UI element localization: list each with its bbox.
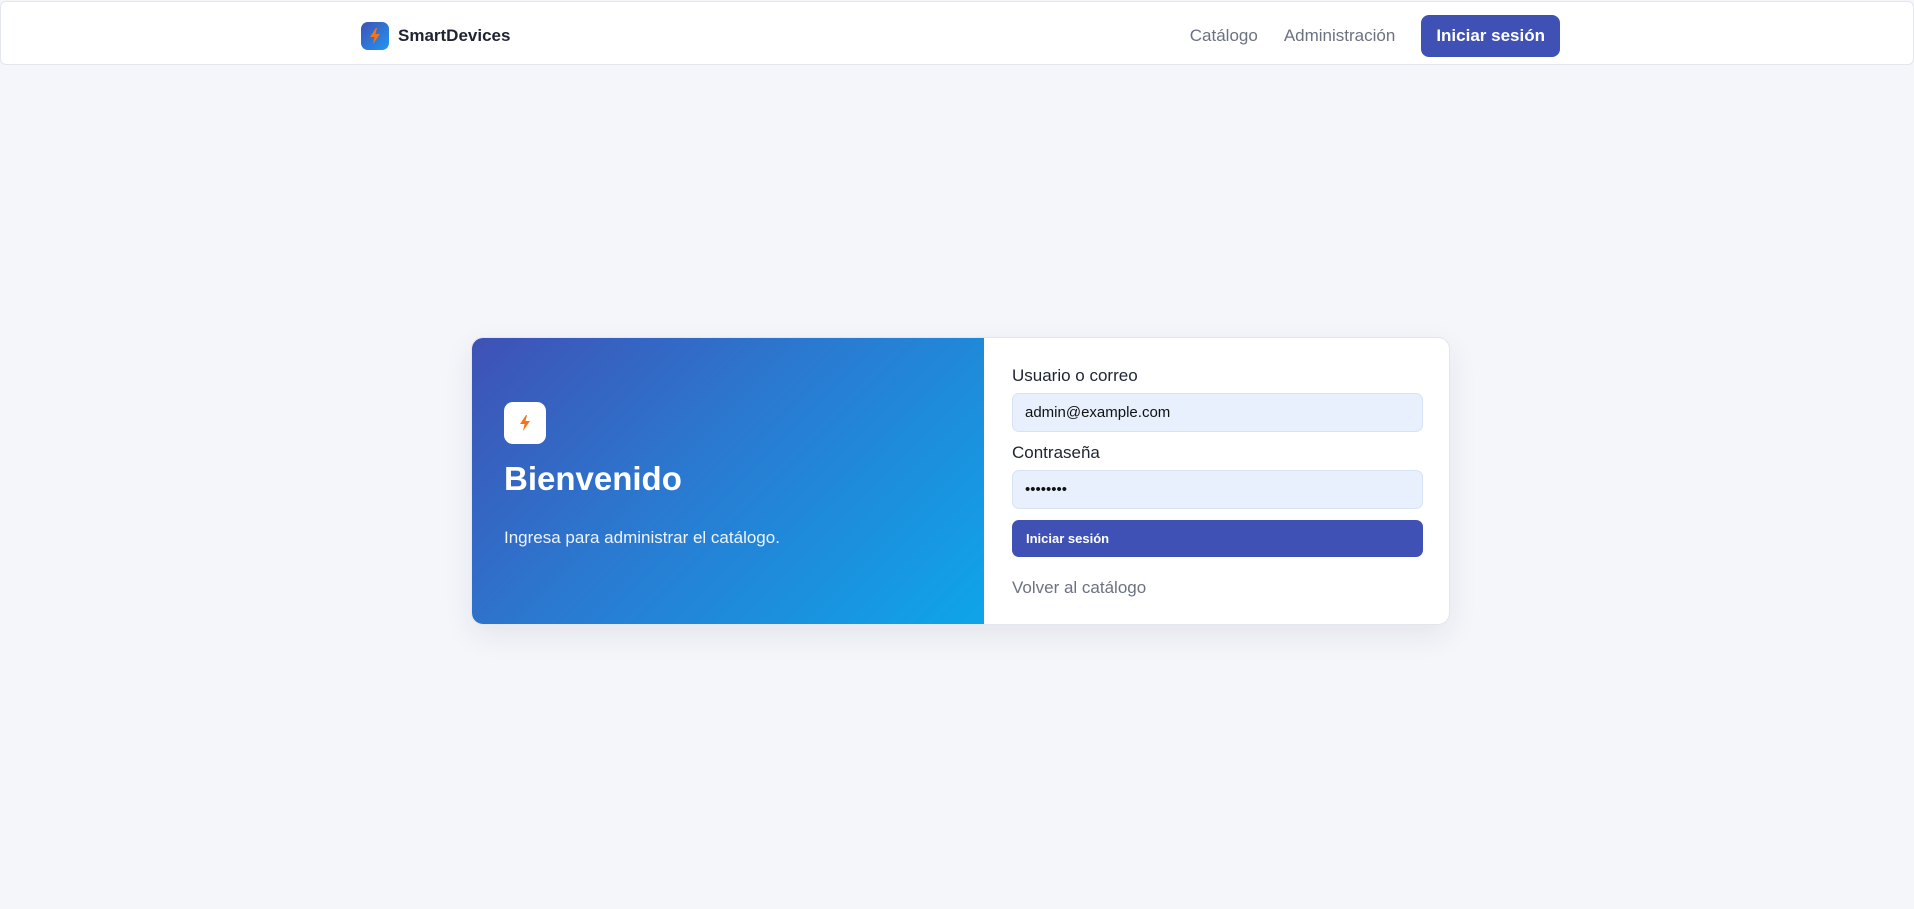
back-to-catalog-link[interactable]: Volver al catálogo	[1012, 578, 1146, 598]
brand[interactable]: SmartDevices	[361, 22, 510, 50]
brand-name: SmartDevices	[398, 26, 511, 45]
nav-link-catalogo[interactable]: Catálogo	[1177, 15, 1271, 57]
password-input[interactable]	[1012, 470, 1423, 509]
nav-links: Catálogo Administración Iniciar sesión	[1177, 15, 1560, 57]
hero-logo	[504, 402, 546, 444]
login-form: Usuario o correo Contraseña Iniciar sesi…	[984, 338, 1449, 624]
username-input[interactable]	[1012, 393, 1423, 432]
nav-link-administracion[interactable]: Administración	[1271, 15, 1409, 57]
nav-login-button[interactable]: Iniciar sesión	[1421, 15, 1560, 57]
brand-logo-icon	[361, 22, 389, 50]
top-navbar: SmartDevices Catálogo Administración Ini…	[0, 1, 1914, 65]
welcome-panel: Bienvenido Ingresa para administrar el c…	[472, 338, 984, 624]
login-submit-button[interactable]: Iniciar sesión	[1012, 520, 1423, 557]
welcome-title: Bienvenido	[504, 460, 682, 497]
password-label: Contraseña	[1012, 443, 1100, 462]
welcome-subtitle: Ingresa para administrar el catálogo.	[504, 528, 780, 547]
login-card: Bienvenido Ingresa para administrar el c…	[471, 337, 1450, 625]
lightning-bolt-icon	[370, 28, 380, 44]
username-label: Usuario o correo	[1012, 366, 1138, 385]
lightning-bolt-icon	[520, 415, 530, 431]
